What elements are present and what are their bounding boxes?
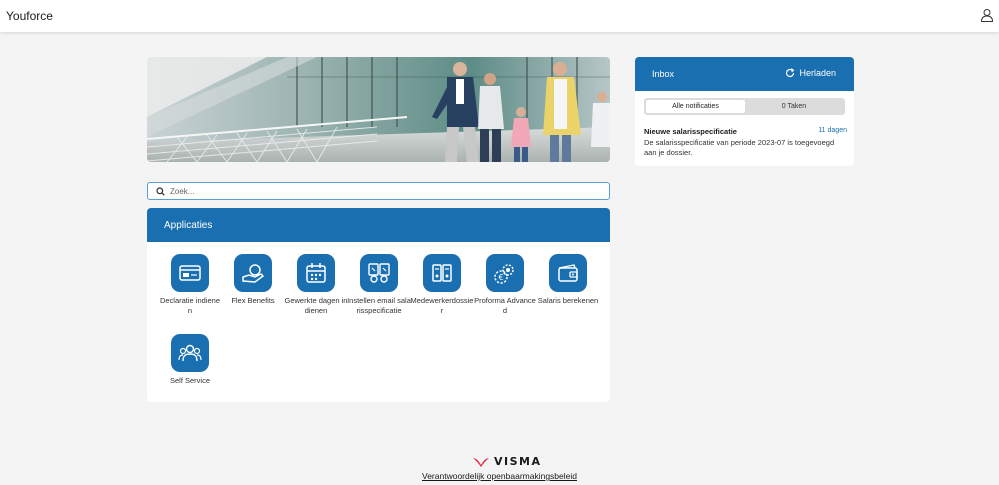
search-bar[interactable] (147, 182, 610, 200)
hero-image (147, 57, 610, 162)
visma-logo-mark-icon (473, 457, 489, 467)
inbox-title: Inbox (652, 69, 675, 79)
refresh-icon (786, 68, 795, 78)
tab-alle-notificaties[interactable]: Alle notificaties (646, 100, 745, 113)
tab-taken[interactable]: 0 Taken (745, 100, 843, 113)
message-age: 11 dagen (818, 127, 847, 134)
app-tile-medewerkerdossier[interactable]: Medewerkerdossier (410, 254, 474, 316)
inbox-message[interactable]: Nieuwe salarisspecificatie 11 dagen De s… (644, 127, 847, 158)
message-title: Nieuwe salarisspecificatie (644, 127, 737, 136)
reload-button[interactable]: Herladen (785, 68, 836, 78)
user-icon[interactable] (980, 8, 994, 22)
app-tile-salaris-berekenen[interactable]: Salaris berekenen (536, 254, 600, 306)
euro-gear-icon: € (486, 254, 524, 292)
app-tile-label: Proforma Advanced (474, 296, 536, 315)
app-tile-declaratie-indienen[interactable]: Declaratie indienen (158, 254, 222, 316)
message-body: De salarisspecificatie van periode 2023-… (644, 138, 835, 157)
inbox-panel: Inbox Herladen Alle notificaties 0 Taken… (635, 57, 854, 166)
app-title: Youforce (6, 9, 53, 23)
app-tile-label: Flex Benefits (231, 296, 275, 305)
app-tile-self-service[interactable]: Self Service (158, 334, 222, 386)
app-tile-gewerkte-dagen-indienen[interactable]: Gewerkte dagen indienen (284, 254, 348, 316)
applications-panel: Applicaties Declaratie indienen Flex Ben… (147, 208, 610, 402)
files-icon (423, 254, 461, 292)
app-tile-label: Salaris berekenen (537, 296, 599, 305)
app-tile-label: Declaratie indienen (159, 296, 221, 315)
calendar-icon (297, 254, 335, 292)
applications-title: Applicaties (147, 208, 610, 242)
disclosure-policy-link[interactable]: Verantwoordelijk openbaarmakingsbeleid (422, 471, 577, 481)
app-tile-label: Medewerkerdossier (410, 296, 474, 315)
app-tile-proforma-advanced[interactable]: € Proforma Advanced (473, 254, 537, 316)
visma-wordmark: VISMA (494, 455, 542, 468)
hand-coin-icon (234, 254, 272, 292)
hero-banner (147, 57, 610, 162)
app-tile-instellen-email-salarisspecificatie[interactable]: Instellen email salarisspecificatie (347, 254, 411, 316)
top-bar: Youforce (0, 0, 999, 32)
app-tile-flex-benefits[interactable]: Flex Benefits (221, 254, 285, 306)
app-tile-label: Gewerkte dagen indienen (284, 296, 348, 315)
footer: Verantwoordelijk openbaarmakingsbeleid (0, 471, 999, 481)
app-tile-label: Instellen email salarisspecificatie (347, 296, 411, 315)
app-tile-label: Self Service (169, 376, 211, 385)
search-icon (156, 187, 165, 196)
people-icon (171, 334, 209, 372)
visma-logo: VISMA (472, 455, 542, 468)
wallet-icon (549, 254, 587, 292)
inbox-header: Inbox Herladen (635, 57, 854, 91)
search-input[interactable] (170, 184, 600, 198)
email-settings-icon (360, 254, 398, 292)
credit-card-icon (171, 254, 209, 292)
reload-label: Herladen (799, 68, 836, 78)
svg-text:€: € (498, 273, 503, 282)
inbox-tabs: Alle notificaties 0 Taken (644, 98, 845, 115)
